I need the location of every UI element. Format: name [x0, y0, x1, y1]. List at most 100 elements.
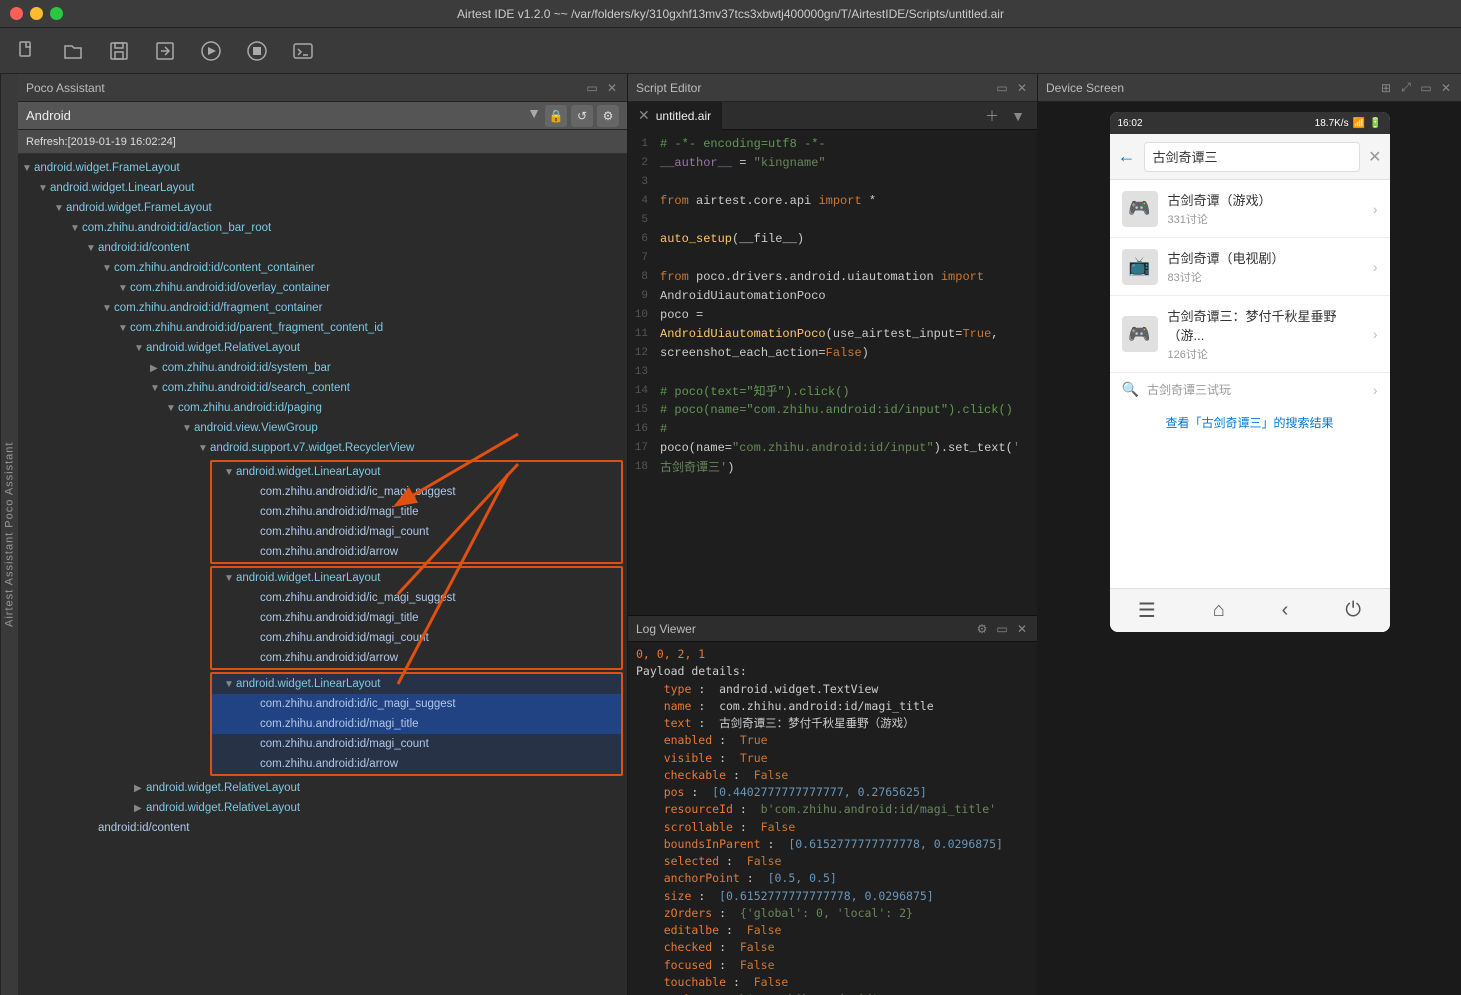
- cli-button[interactable]: [288, 36, 318, 66]
- tree-item[interactable]: ▼ com.zhihu.android:id/action_bar_root: [18, 218, 627, 238]
- phone-back-btn[interactable]: ←: [1118, 146, 1136, 167]
- tree-item[interactable]: ▼ android.support.v7.widget.RecyclerView: [18, 438, 627, 458]
- highlight-group-2: ▼ android.widget.LinearLayout com.zhihu.…: [210, 566, 623, 670]
- save-button[interactable]: [104, 36, 134, 66]
- phone-search-link[interactable]: 查看「古剑奇谭三」的搜索结果: [1110, 406, 1390, 439]
- phone-result-item-3[interactable]: 🎮 古剑奇谭三：梦付千秋星垂野（游... 126讨论 ›: [1110, 296, 1390, 373]
- tree-node-text: android.view.ViewGroup: [194, 422, 318, 434]
- phone-battery-icon: 🔋: [1369, 118, 1381, 129]
- open-folder-button[interactable]: [58, 36, 88, 66]
- tree-item[interactable]: com.zhihu.android:id/magi_title: [212, 502, 621, 522]
- close-button[interactable]: [10, 7, 23, 20]
- editor-tab-untitled[interactable]: ✕ untitled.air: [628, 102, 722, 130]
- export-button[interactable]: [150, 36, 180, 66]
- tree-toggle[interactable]: ▼: [224, 467, 236, 478]
- tree-item[interactable]: com.zhihu.android:id/ic_magi_suggest: [212, 588, 621, 608]
- poco-close-btn[interactable]: ✕: [605, 81, 619, 95]
- tree-item[interactable]: ▼ android.widget.LinearLayout: [18, 178, 627, 198]
- tree-toggle[interactable]: ▼: [166, 403, 178, 414]
- add-tab-btn[interactable]: ＋: [981, 105, 1003, 127]
- tree-node-text: com.zhihu.android:id/magi_count: [260, 738, 429, 750]
- tree-toggle[interactable]: ▼: [102, 303, 114, 314]
- tree-toggle[interactable]: ▶: [150, 363, 162, 374]
- editor-close-btn[interactable]: ✕: [1015, 81, 1029, 95]
- tree-toggle[interactable]: ▼: [38, 183, 50, 194]
- minimize-button[interactable]: [30, 7, 43, 20]
- tree-node-text: com.zhihu.android:id/magi_title: [260, 718, 419, 730]
- tree-toggle[interactable]: ▼: [182, 423, 194, 434]
- phone-nav-back-btn[interactable]: ‹: [1282, 599, 1289, 622]
- tree-item[interactable]: com.zhihu.android:id/magi_count: [212, 628, 621, 648]
- phone-result-item-2[interactable]: 📺 古剑奇谭（电视剧） 83讨论 ›: [1110, 238, 1390, 296]
- tree-toggle[interactable]: ▼: [224, 679, 236, 690]
- log-close-btn[interactable]: ✕: [1015, 622, 1029, 636]
- tree-item[interactable]: com.zhihu.android:id/arrow: [212, 542, 621, 562]
- poco-minimize-btn[interactable]: ▭: [585, 81, 599, 95]
- tree-item[interactable]: ▶ android.widget.RelativeLayout: [18, 798, 627, 818]
- tree-toggle[interactable]: ▼: [198, 443, 210, 454]
- tree-item[interactable]: com.zhihu.android:id/arrow: [212, 754, 621, 774]
- log-minimize-btn[interactable]: ▭: [995, 622, 1009, 636]
- tree-item[interactable]: com.zhihu.android:id/magi_count: [212, 522, 621, 542]
- phone-result-item-1[interactable]: 🎮 古剑奇谭（游戏） 331讨论 ›: [1110, 180, 1390, 238]
- tree-item[interactable]: ▼ android.widget.LinearLayout: [212, 568, 621, 588]
- tree-toggle[interactable]: ▶: [134, 783, 146, 794]
- tab-dropdown-btn[interactable]: ▼: [1007, 105, 1029, 127]
- stop-button[interactable]: [242, 36, 272, 66]
- settings-icon-btn[interactable]: ⚙: [597, 105, 619, 127]
- phone-nav-power-btn[interactable]: ⏻: [1345, 599, 1361, 622]
- tree-toggle[interactable]: ▼: [70, 223, 82, 234]
- phone-nav-home-btn[interactable]: ⌂: [1213, 599, 1225, 622]
- device-minimize-btn[interactable]: ▭: [1419, 81, 1433, 95]
- tree-item[interactable]: com.zhihu.android:id/ic_magi_suggest: [212, 482, 621, 502]
- tree-item[interactable]: android:id/content: [18, 818, 627, 838]
- tree-toggle[interactable]: ▼: [86, 243, 98, 254]
- phone-nav-menu-btn[interactable]: ☰: [1138, 598, 1156, 623]
- device-expand-icon[interactable]: ⤢: [1399, 81, 1413, 95]
- tree-toggle[interactable]: ▼: [134, 343, 146, 354]
- editor-minimize-btn[interactable]: ▭: [995, 81, 1009, 95]
- android-dropdown[interactable]: Android ▼ 🔒 ↺ ⚙: [18, 102, 627, 130]
- lock-icon-btn[interactable]: 🔒: [545, 105, 567, 127]
- phone-search-close-btn[interactable]: ✕: [1368, 147, 1381, 167]
- device-grid-icon[interactable]: ⊞: [1379, 81, 1393, 95]
- tree-item[interactable]: com.zhihu.android:id/magi_title: [212, 608, 621, 628]
- refresh-icon-btn[interactable]: ↺: [571, 105, 593, 127]
- phone-search-input[interactable]: 古剑奇谭三: [1144, 142, 1361, 172]
- tree-toggle[interactable]: ▼: [150, 383, 162, 394]
- run-button[interactable]: [196, 36, 226, 66]
- tree-toggle[interactable]: ▼: [118, 323, 130, 334]
- new-file-button[interactable]: [12, 36, 42, 66]
- device-close-btn[interactable]: ✕: [1439, 81, 1453, 95]
- tree-item[interactable]: ▼ com.zhihu.android:id/content_container: [18, 258, 627, 278]
- tree-toggle[interactable]: ▼: [118, 283, 130, 294]
- tree-toggle[interactable]: ▼: [22, 163, 34, 174]
- tree-item[interactable]: ▼ com.zhihu.android:id/parent_fragment_c…: [18, 318, 627, 338]
- tree-item[interactable]: ▼ android.widget.RelativeLayout: [18, 338, 627, 358]
- tree-item[interactable]: com.zhihu.android:id/arrow: [212, 648, 621, 668]
- tree-item[interactable]: ▶ com.zhihu.android:id/system_bar: [18, 358, 627, 378]
- tree-item[interactable]: ▼ com.zhihu.android:id/fragment_containe…: [18, 298, 627, 318]
- tree-item[interactable]: ▼ android:id/content: [18, 238, 627, 258]
- tree-toggle[interactable]: ▼: [224, 573, 236, 584]
- tree-item[interactable]: ▼ com.zhihu.android:id/search_content: [18, 378, 627, 398]
- tree-item[interactable]: ▼ android.widget.FrameLayout: [18, 198, 627, 218]
- tree-item-selected[interactable]: com.zhihu.android:id/magi_title: [212, 714, 621, 734]
- tree-item[interactable]: ▼ android.view.ViewGroup: [18, 418, 627, 438]
- log-filter-btn[interactable]: ⚙: [975, 622, 989, 636]
- log-entry-text: text : 古剑奇谭三：梦付千秋星垂野（游戏）: [636, 715, 1029, 732]
- tree-item[interactable]: ▼ com.zhihu.android:id/overlay_container: [18, 278, 627, 298]
- tree-item[interactable]: ▼ android.widget.FrameLayout: [18, 158, 627, 178]
- tree-item[interactable]: ▼ com.zhihu.android:id/paging: [18, 398, 627, 418]
- tree-toggle[interactable]: ▼: [102, 263, 114, 274]
- tree-toggle[interactable]: ▶: [134, 803, 146, 814]
- tree-toggle[interactable]: ▼: [54, 203, 66, 214]
- maximize-button[interactable]: [50, 7, 63, 20]
- code-editor[interactable]: 1 # -*- encoding=utf8 -*- 2 __author__ =…: [628, 130, 1037, 615]
- tree-item[interactable]: ▶ android.widget.RelativeLayout: [18, 778, 627, 798]
- tree-item[interactable]: ▼ android.widget.LinearLayout: [212, 674, 621, 694]
- tree-item[interactable]: ▼ android.widget.LinearLayout: [212, 462, 621, 482]
- tree-item[interactable]: com.zhihu.android:id/magi_count: [212, 734, 621, 754]
- tab-close-icon[interactable]: ✕: [638, 107, 650, 124]
- tree-item[interactable]: com.zhihu.android:id/ic_magi_suggest: [212, 694, 621, 714]
